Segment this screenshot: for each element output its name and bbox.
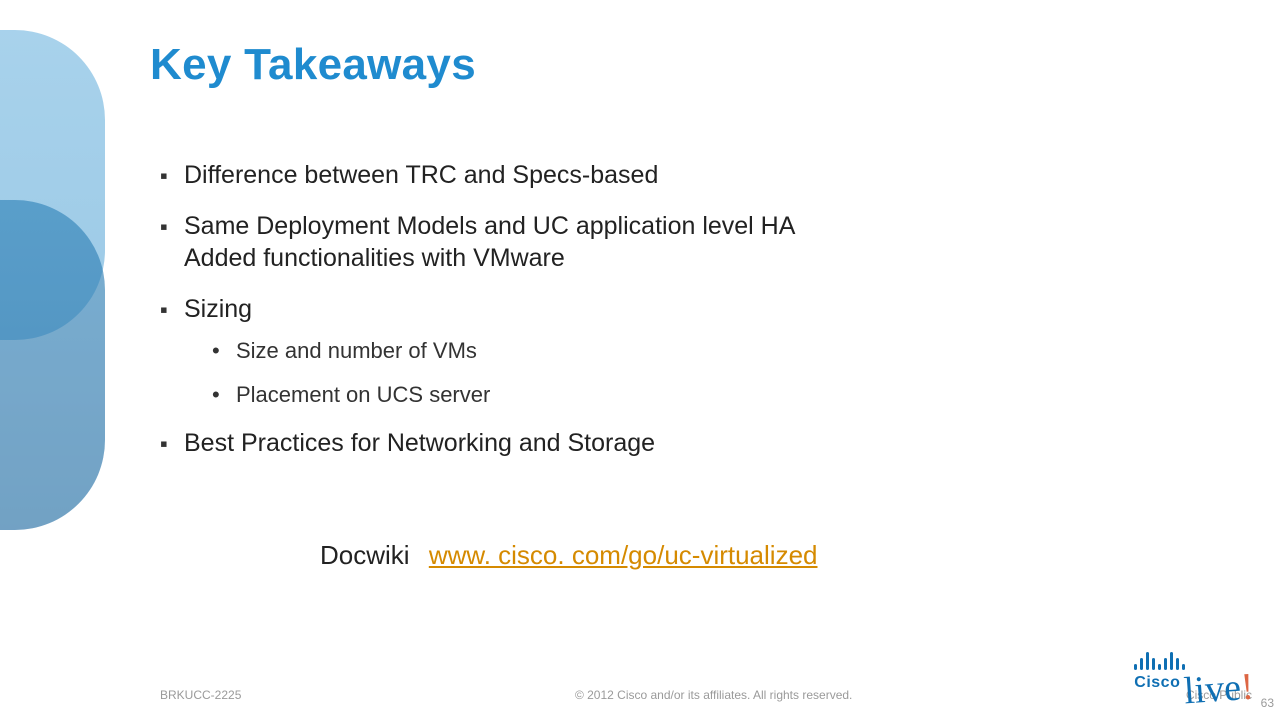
logo-text-live-inner: live: [1183, 667, 1243, 713]
bullet-text: Sizing: [184, 295, 252, 323]
bullet-text: Difference between TRC and Specs-based: [184, 161, 658, 189]
copyright-text: © 2012 Cisco and/or its affiliates. All …: [241, 688, 1186, 702]
bullet-item: Difference between TRC and Specs-based: [160, 160, 1160, 191]
bullet-item: Same Deployment Models and UC applicatio…: [160, 211, 1160, 274]
docwiki-label: Docwiki: [320, 540, 410, 570]
sub-bullet-list: Size and number of VMs Placement on UCS …: [212, 337, 1160, 408]
bullet-list: Difference between TRC and Specs-based S…: [160, 160, 1160, 479]
logo-text-live: live!: [1184, 676, 1255, 704]
footer: BRKUCC-2225 © 2012 Cisco and/or its affi…: [0, 688, 1280, 702]
bullet-item: Sizing Size and number of VMs Placement …: [160, 294, 1160, 408]
slide: Key Takeaways Difference between TRC and…: [0, 0, 1280, 720]
session-code: BRKUCC-2225: [160, 688, 241, 702]
sub-bullet-item: Placement on UCS server: [212, 381, 1160, 409]
page-number: 63: [1261, 696, 1274, 710]
logo-text-cisco: Cisco: [1134, 674, 1180, 692]
bullet-text: Same Deployment Models and UC applicatio…: [184, 212, 795, 240]
slide-title: Key Takeaways: [150, 40, 476, 90]
docwiki-row: Docwiki www. cisco. com/go/uc-virtualize…: [320, 540, 818, 571]
sub-bullet-item: Size and number of VMs: [212, 337, 1160, 365]
left-decor-shape-lower: [0, 200, 105, 530]
bullet-text: Best Practices for Networking and Storag…: [184, 429, 655, 457]
bullet-item: Best Practices for Networking and Storag…: [160, 428, 1160, 459]
docwiki-link[interactable]: www. cisco. com/go/uc-virtualized: [429, 540, 818, 570]
bullet-text-continuation: Added functionalities with VMware: [184, 243, 1160, 274]
sub-bullet-text: Placement on UCS server: [236, 382, 490, 407]
cisco-live-logo: Cisco live!: [1134, 648, 1254, 700]
sub-bullet-text: Size and number of VMs: [236, 338, 477, 363]
logo-text-bang: !: [1240, 666, 1256, 709]
